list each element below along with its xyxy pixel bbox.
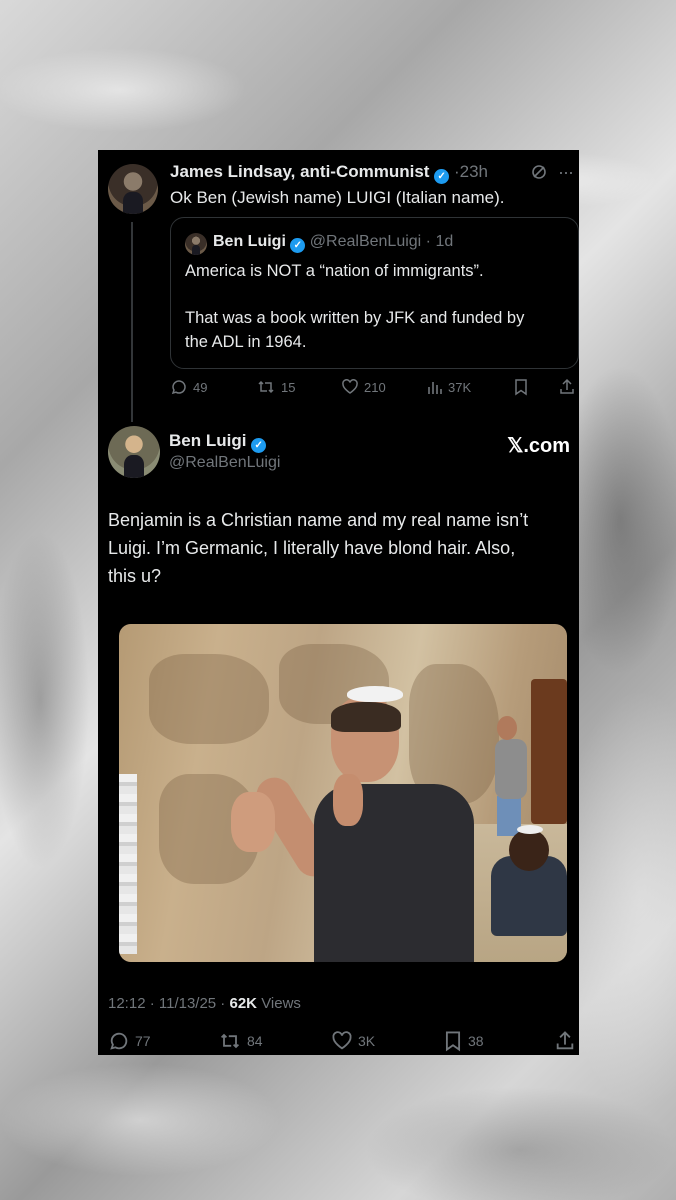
background-man <box>495 739 527 799</box>
tweet1-reply-button[interactable]: 49 <box>170 378 207 396</box>
tweet2-header: Ben Luigi ✓ <box>169 431 267 453</box>
thread-line <box>131 222 133 422</box>
seated-man-kippah <box>517 825 543 834</box>
praying-man-hair <box>331 702 401 732</box>
verified-badge-icon: ✓ <box>290 238 306 253</box>
tweet1-header: James Lindsay, anti-Communist ✓ ·23h <box>170 162 488 184</box>
bookmark-icon <box>515 379 527 396</box>
share-icon <box>556 1031 574 1050</box>
wooden-door <box>531 679 567 824</box>
tweet2-photo[interactable] <box>119 624 567 962</box>
wall-stone <box>149 654 269 744</box>
quoted-text-line-3: the ADL in 1964. <box>185 333 307 351</box>
tweet2-bookmark-button[interactable]: 38 <box>443 1030 484 1052</box>
x-com-label: 𝕏.com <box>507 435 570 457</box>
tweet1-like-count: 210 <box>364 379 386 395</box>
reply-icon <box>171 380 186 395</box>
repost-icon <box>220 1033 240 1049</box>
tweet1-repost-button[interactable]: 15 <box>256 378 295 396</box>
grok-icon[interactable] <box>531 164 547 185</box>
quoted-header: Ben Luigi ✓ @RealBenLuigi · 1d <box>213 233 453 253</box>
tweet1-bookmark-button[interactable] <box>513 378 529 396</box>
reply-icon <box>110 1032 128 1050</box>
tweet2-timestamp[interactable]: 12:12 · 11/13/25 · <box>108 995 225 1012</box>
background-man-head <box>497 716 517 740</box>
tweet2-bookmark-count: 38 <box>468 1033 484 1049</box>
tweet2-handle[interactable]: @RealBenLuigi <box>169 454 280 472</box>
verified-badge-icon: ✓ <box>251 438 267 453</box>
quoted-author-name: Ben Luigi <box>213 233 286 250</box>
tweet2-text-line-2: Luigi. I’m Germanic, I literally have bl… <box>108 538 516 558</box>
wall-stone <box>409 664 499 804</box>
views-icon <box>428 382 442 394</box>
tweet2-views-count: 62K <box>229 995 258 1012</box>
praying-man-kippah <box>347 686 403 702</box>
tweet2-like-button[interactable]: 3K <box>331 1030 375 1052</box>
quoted-handle: @RealBenLuigi <box>309 233 422 250</box>
more-icon[interactable]: ··· <box>558 162 574 183</box>
tweet1-author-name[interactable]: James Lindsay, anti-Communist <box>170 162 429 181</box>
tweet1-views-count: 37K <box>448 379 472 395</box>
tweet2-text-line-3: this u? <box>108 566 162 586</box>
tweet2-like-count: 3K <box>358 1033 376 1049</box>
tweet1-views-button[interactable]: 37K <box>427 378 471 396</box>
tweet2-share-button[interactable] <box>554 1030 576 1052</box>
tweet2-views-label: Views <box>261 995 301 1012</box>
tweet2-repost-button[interactable]: 84 <box>218 1030 263 1052</box>
tweet1-repost-count: 15 <box>281 379 296 395</box>
share-icon <box>560 378 574 394</box>
quoted-text-line-2: That was a book written by JFK and funde… <box>185 309 525 327</box>
tweet2-meta: 12:12 · 11/13/25 · 62K Views <box>108 995 301 1012</box>
quoted-tweet[interactable]: Ben Luigi ✓ @RealBenLuigi · 1d America i… <box>170 217 579 369</box>
tweet-screenshot-card: James Lindsay, anti-Communist ✓ ·23h ···… <box>98 150 579 1055</box>
verified-badge-icon: ✓ <box>434 169 450 184</box>
tweet1-reply-count: 49 <box>193 379 208 395</box>
james-lindsay-avatar[interactable] <box>108 164 158 214</box>
tweet2-text-line-1: Benjamin is a Christian name and my real… <box>108 510 529 530</box>
prayer-notes <box>119 774 137 954</box>
quoted-time: · 1d <box>425 233 454 250</box>
ben-luigi-avatar[interactable] <box>108 426 160 478</box>
like-icon <box>342 379 358 394</box>
seated-man-head <box>509 829 549 871</box>
bookmark-icon <box>445 1031 461 1052</box>
tweet1-text: Ok Ben (Jewish name) LUIGI (Italian name… <box>170 188 505 207</box>
praying-man-hand <box>231 792 275 852</box>
tweet2-repost-count: 84 <box>247 1033 263 1049</box>
tweet2-reply-count: 77 <box>135 1033 151 1049</box>
repost-icon <box>258 380 274 394</box>
quoted-author-avatar <box>185 233 207 255</box>
tweet1-share-button[interactable] <box>558 378 576 396</box>
tweet1-like-button[interactable]: 210 <box>341 378 386 396</box>
tweet2-author-name[interactable]: Ben Luigi <box>169 431 246 450</box>
tweet2-reply-button[interactable]: 77 <box>108 1030 151 1052</box>
tweet1-time[interactable]: ·23h <box>454 162 488 181</box>
quoted-text-line-1: America is NOT a “nation of immigrants”. <box>185 262 484 280</box>
praying-man-hand <box>333 774 363 826</box>
like-icon <box>332 1031 352 1050</box>
